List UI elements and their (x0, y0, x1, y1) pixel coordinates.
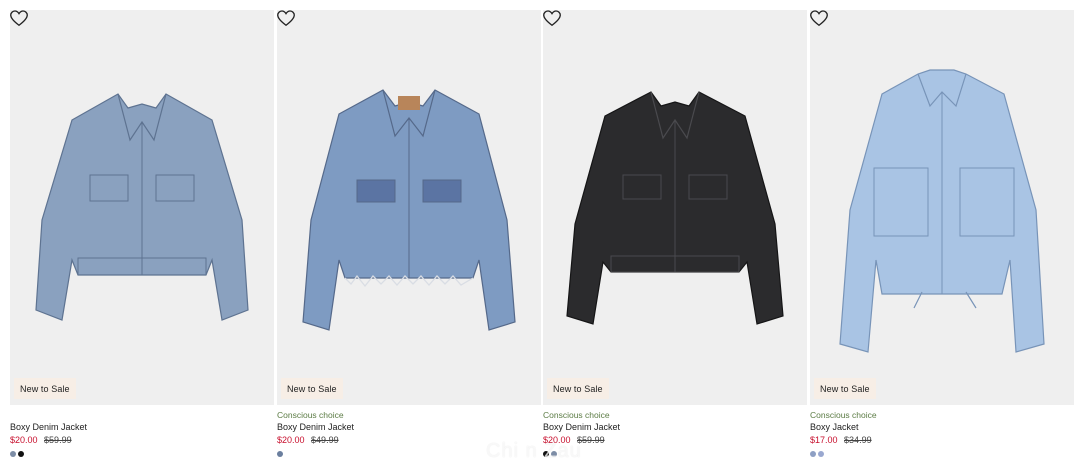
watermark: Chi n Zau (486, 440, 582, 462)
product-card[interactable]: New to Sale Conscious choice Boxy Denim … (543, 0, 807, 466)
product-prices: $20.00 $59.99 (10, 434, 274, 446)
product-info: Boxy Denim Jacket $20.00 $59.99 (10, 410, 274, 459)
heart-icon[interactable] (810, 10, 828, 27)
color-swatches (810, 451, 1074, 459)
original-price: $59.99 (44, 435, 72, 445)
color-swatch[interactable] (277, 451, 283, 457)
color-swatches (543, 451, 807, 459)
product-name[interactable]: Boxy Denim Jacket (10, 421, 274, 433)
product-info: Conscious choice Boxy Jacket $17.00 $34.… (810, 410, 1074, 459)
product-image[interactable]: New to Sale (810, 10, 1074, 405)
jacket-illustration (839, 69, 1045, 353)
jacket-illustration (302, 89, 516, 331)
heart-icon[interactable] (277, 10, 295, 27)
product-name[interactable]: Boxy Denim Jacket (277, 421, 541, 433)
conscious-choice-label: Conscious choice (543, 410, 610, 420)
color-swatch[interactable] (818, 451, 824, 457)
new-to-sale-badge: New to Sale (814, 378, 876, 399)
original-price: $49.99 (311, 435, 339, 445)
sale-price: $20.00 (277, 435, 305, 445)
product-image[interactable]: New to Sale (543, 10, 807, 405)
product-prices: $20.00 $59.99 (543, 434, 807, 446)
color-swatches (10, 451, 274, 459)
new-to-sale-badge: New to Sale (14, 378, 76, 399)
product-grid: New to Sale Boxy Denim Jacket $20.00 $59… (0, 0, 1080, 466)
product-name[interactable]: Boxy Denim Jacket (543, 421, 807, 433)
product-image[interactable]: New to Sale (277, 10, 541, 405)
product-card[interactable]: New to Sale Conscious choice Boxy Denim … (277, 0, 541, 466)
new-to-sale-badge: New to Sale (547, 378, 609, 399)
heart-icon[interactable] (543, 10, 561, 27)
heart-icon[interactable] (10, 10, 28, 27)
color-swatch[interactable] (18, 451, 24, 457)
sale-price: $20.00 (10, 435, 38, 445)
product-image[interactable]: New to Sale (10, 10, 274, 405)
jacket-illustration (566, 91, 784, 325)
jacket-illustration (35, 93, 249, 321)
product-name[interactable]: Boxy Jacket (810, 421, 1074, 433)
product-prices: $17.00 $34.99 (810, 434, 1074, 446)
conscious-choice-label (10, 410, 274, 421)
product-card[interactable]: New to Sale Boxy Denim Jacket $20.00 $59… (10, 0, 274, 466)
sale-price: $17.00 (810, 435, 838, 445)
color-swatch[interactable] (810, 451, 816, 457)
conscious-choice-label: Conscious choice (277, 410, 344, 420)
color-swatch[interactable] (10, 451, 16, 457)
new-to-sale-badge: New to Sale (281, 378, 343, 399)
conscious-choice-label: Conscious choice (810, 410, 877, 420)
original-price: $34.99 (844, 435, 872, 445)
product-info: Conscious choice Boxy Denim Jacket $20.0… (543, 410, 807, 459)
product-card[interactable]: New to Sale Conscious choice Boxy Jacket… (810, 0, 1074, 466)
